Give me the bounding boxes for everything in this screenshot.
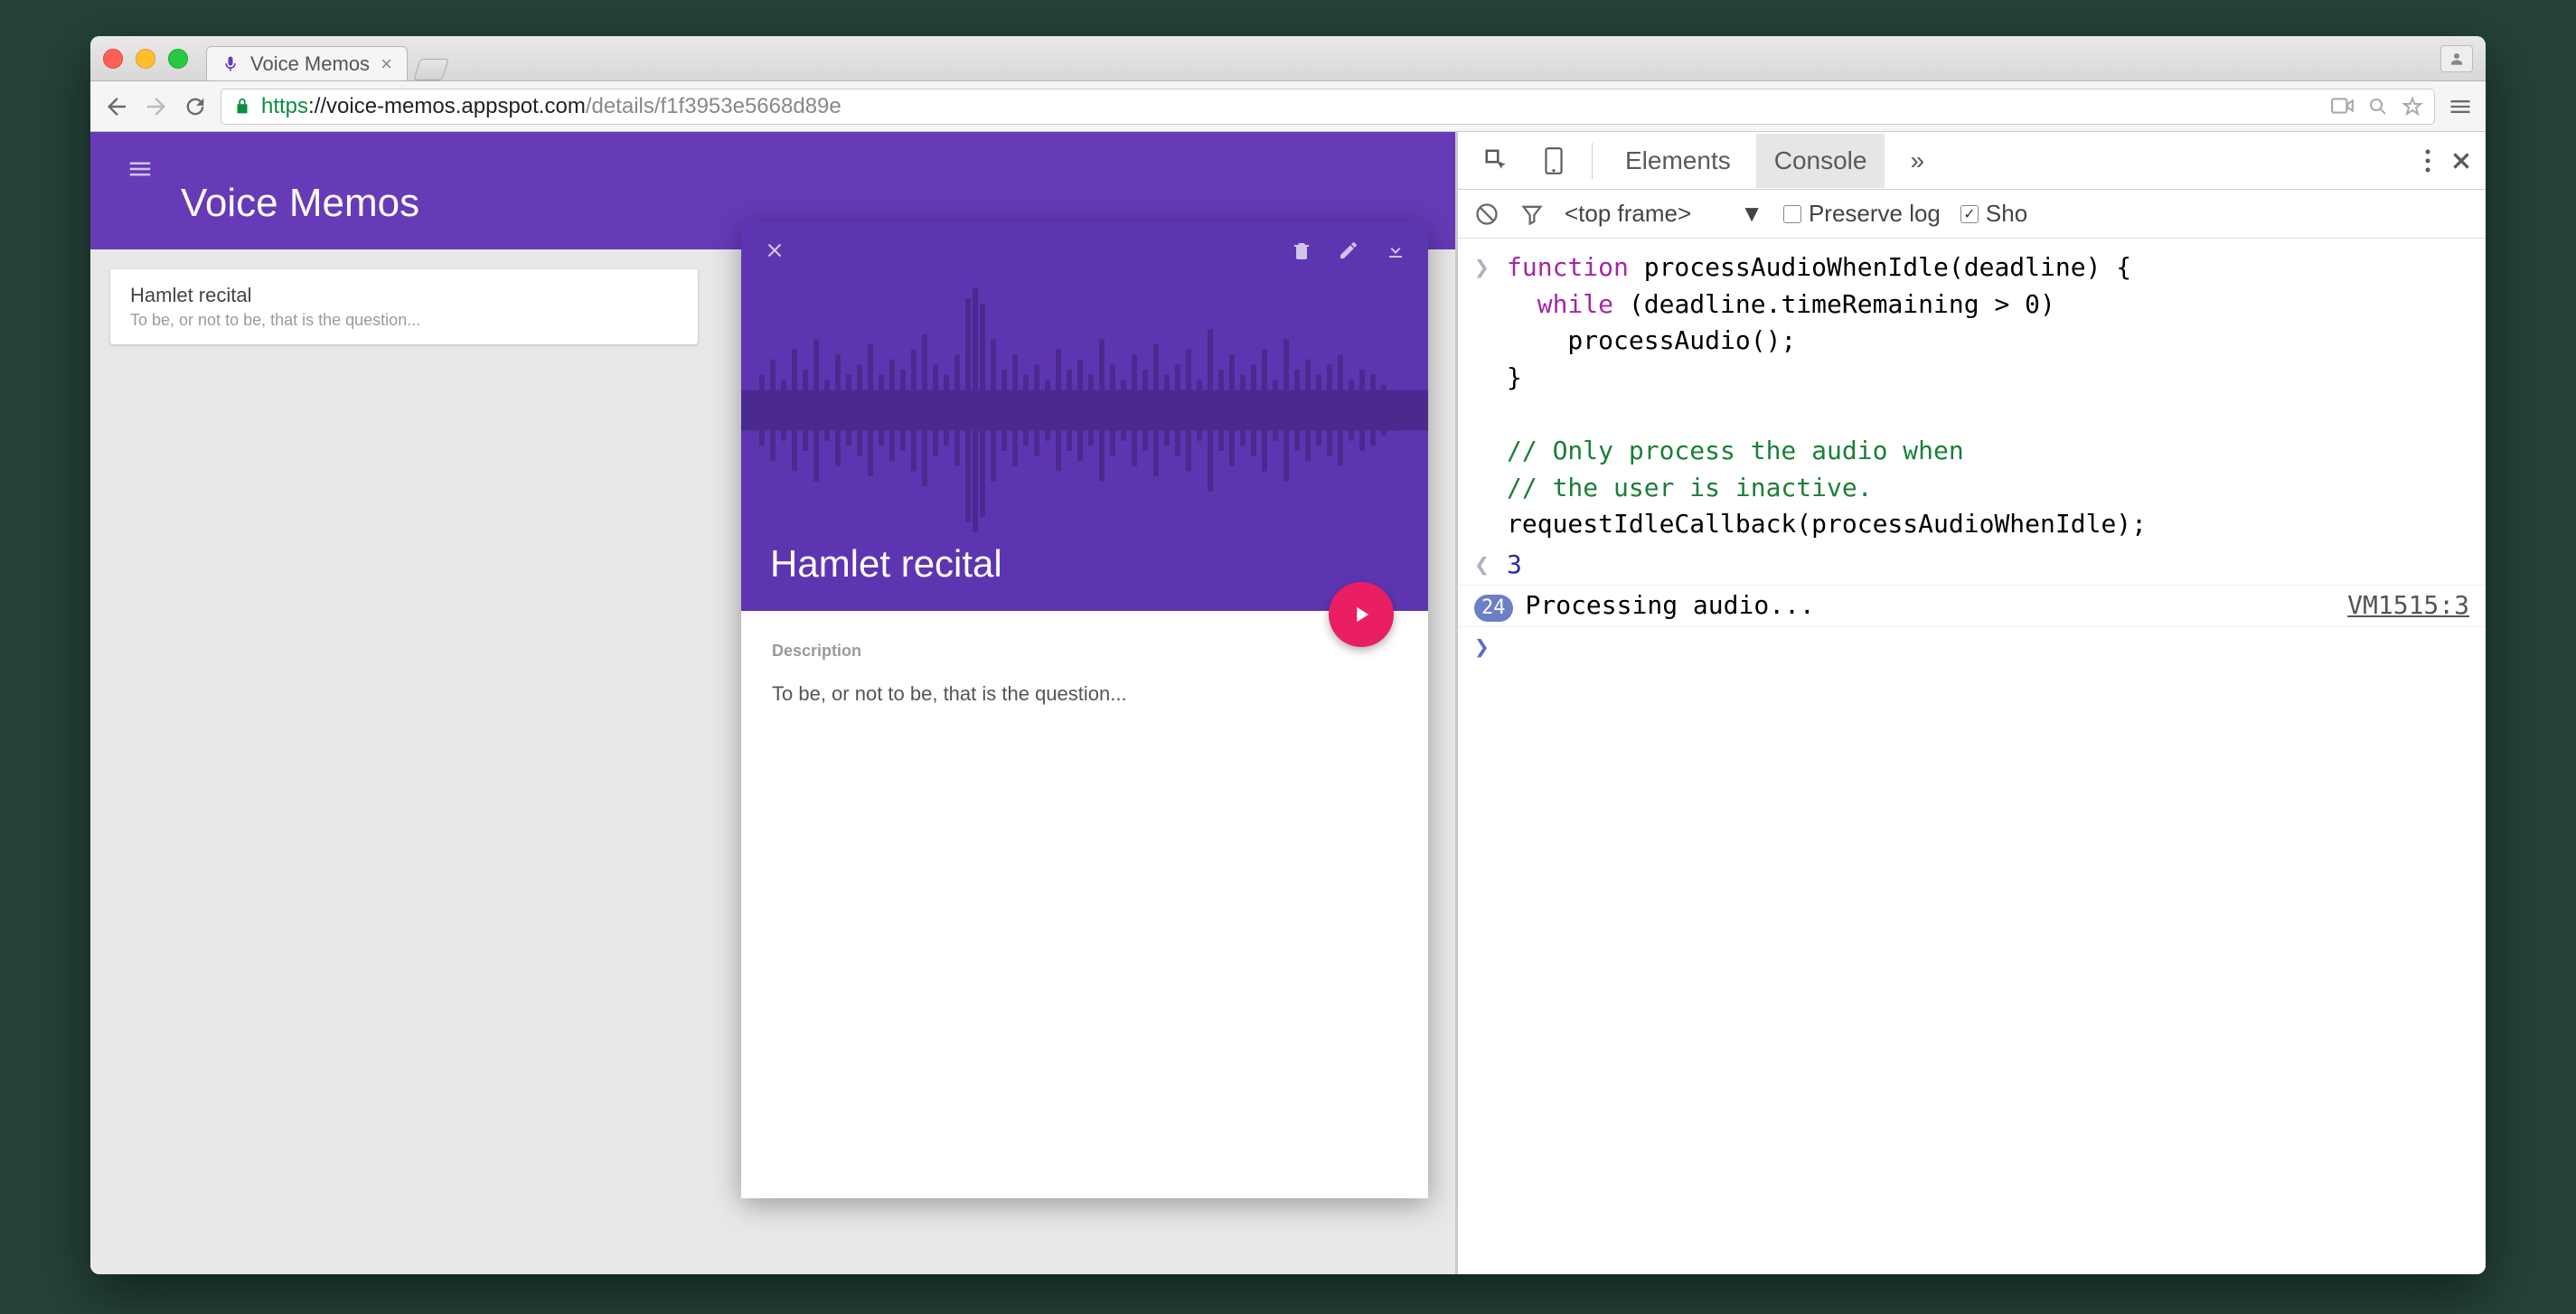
download-button[interactable] [1385,239,1406,261]
close-tab-icon[interactable]: × [381,52,392,76]
description-label: Description [772,642,1397,661]
reload-icon [183,94,208,119]
frame-label: <top frame> [1565,200,1691,228]
voice-memos-app: Voice Memos Hamlet recital To be, or not… [90,132,1455,1274]
tab-elements[interactable]: Elements [1607,134,1749,188]
window-titlebar: Voice Memos × [90,36,2486,81]
log-count-badge: 24 [1474,595,1513,622]
lock-icon [232,97,252,117]
pencil-icon [1338,239,1359,261]
console-body: ❯ function processAudioWhenIdle(deadline… [1458,239,2486,668]
hamburger-icon [127,155,154,183]
log-message: Processing audio... [1526,587,1815,624]
hamburger-icon [2448,94,2473,119]
new-tab-button[interactable] [413,59,449,80]
filter-button[interactable] [1519,202,1545,227]
preserve-log-checkbox[interactable]: Preserve log [1783,200,1941,228]
checkbox-icon [1783,205,1801,223]
profile-button[interactable] [2440,45,2473,72]
detail-hero: Hamlet recital [741,222,1428,611]
funnel-icon [1519,202,1545,227]
back-button[interactable] [103,93,130,120]
log-source-link[interactable]: VM1515:3 [2347,587,2469,624]
close-devtools-button[interactable] [2449,149,2473,173]
prompt-icon: ❯ [1474,249,1507,286]
star-icon[interactable] [2402,96,2423,117]
url-scheme: https [261,94,308,118]
console-return-row: ❯ 3 [1458,545,2486,587]
app-menu-button[interactable] [127,155,154,183]
device-mode-button[interactable] [1530,146,1577,175]
camera-icon[interactable] [2331,96,2355,116]
detail-body: Description To be, or not to be, that is… [741,611,1428,737]
tab-more[interactable]: » [1892,134,1942,188]
reload-button[interactable] [183,94,208,119]
content-area: Voice Memos Hamlet recital To be, or not… [90,132,2486,1274]
traffic-lights [103,49,188,69]
arrow-left-icon [103,93,130,120]
memo-title: Hamlet recital [130,284,678,307]
browser-menu-button[interactable] [2448,94,2473,119]
chevron-down-icon: ▼ [1740,200,1763,228]
minimize-window-button[interactable] [136,49,155,69]
no-entry-icon [1474,202,1500,227]
memo-subtitle: To be, or not to be, that is the questio… [130,311,678,330]
return-arrow-icon: ❯ [1474,547,1490,584]
edit-button[interactable] [1338,239,1359,261]
close-icon [763,239,786,262]
memo-card[interactable]: Hamlet recital To be, or not to be, that… [110,269,698,344]
inspect-element-button[interactable] [1471,147,1523,174]
download-icon [1385,239,1406,261]
frame-selector[interactable]: <top frame> ▼ [1565,200,1763,228]
waveform-icon [741,278,1428,542]
tab-console[interactable]: Console [1756,134,1885,188]
description-text: To be, or not to be, that is the questio… [772,682,1397,706]
preserve-log-label: Preserve log [1809,200,1941,228]
console-log-row: 24 Processing audio... VM1515:3 [1458,586,2486,627]
devtools-panel: Elements Console » [1455,132,2486,1274]
code-block: function processAudioWhenIdle(deadline) … [1507,249,2147,543]
microphone-icon [221,55,240,73]
clear-console-button[interactable] [1474,202,1500,227]
app-title: Voice Memos [181,181,419,226]
checkbox-checked-icon [1960,205,1979,223]
browser-window: Voice Memos × https://voice-memos.appspo… [90,36,2486,1274]
console-prompt-row[interactable]: ❯ [1458,627,2486,668]
close-icon [2449,149,2473,173]
browser-tab[interactable]: Voice Memos × [206,46,408,80]
show-label: Sho [1986,200,2027,228]
close-detail-button[interactable] [763,239,786,262]
device-icon [1543,146,1565,175]
devtools-menu-button[interactable] [2424,147,2431,174]
show-checkbox[interactable]: Sho [1960,200,2027,228]
tab-title: Voice Memos [250,52,370,76]
inspect-icon [1483,147,1510,174]
zoom-window-button[interactable] [168,49,188,69]
console-input-row[interactable]: ❯ function processAudioWhenIdle(deadline… [1458,248,2486,545]
return-value: 3 [1507,547,1522,584]
close-window-button[interactable] [103,49,123,69]
forward-button[interactable] [143,93,170,120]
browser-tabs: Voice Memos × [206,36,446,80]
trash-icon [1291,239,1312,261]
arrow-right-icon [143,93,170,120]
browser-toolbar: https://voice-memos.appspot.com/details/… [90,81,2486,132]
kebab-icon [2424,147,2431,174]
play-button[interactable] [1329,582,1394,647]
waveform [741,278,1428,542]
detail-action-bar [741,222,1428,278]
url-path: /details/f1f3953e5668d89e [586,94,841,118]
url-host: ://voice-memos.appspot.com [308,94,586,118]
zoom-icon[interactable] [2367,96,2389,117]
play-icon [1349,602,1374,627]
detail-title: Hamlet recital [741,542,1428,611]
devtools-tabstrip: Elements Console » [1458,132,2486,190]
prompt-icon: ❯ [1474,629,1507,666]
memo-detail-panel: Hamlet recital Description To be, or not… [741,222,1428,1198]
address-bar[interactable]: https://voice-memos.appspot.com/details/… [221,89,2435,125]
person-icon [2449,51,2465,67]
delete-button[interactable] [1291,239,1312,261]
console-toolbar: <top frame> ▼ Preserve log Sho [1458,190,2486,239]
